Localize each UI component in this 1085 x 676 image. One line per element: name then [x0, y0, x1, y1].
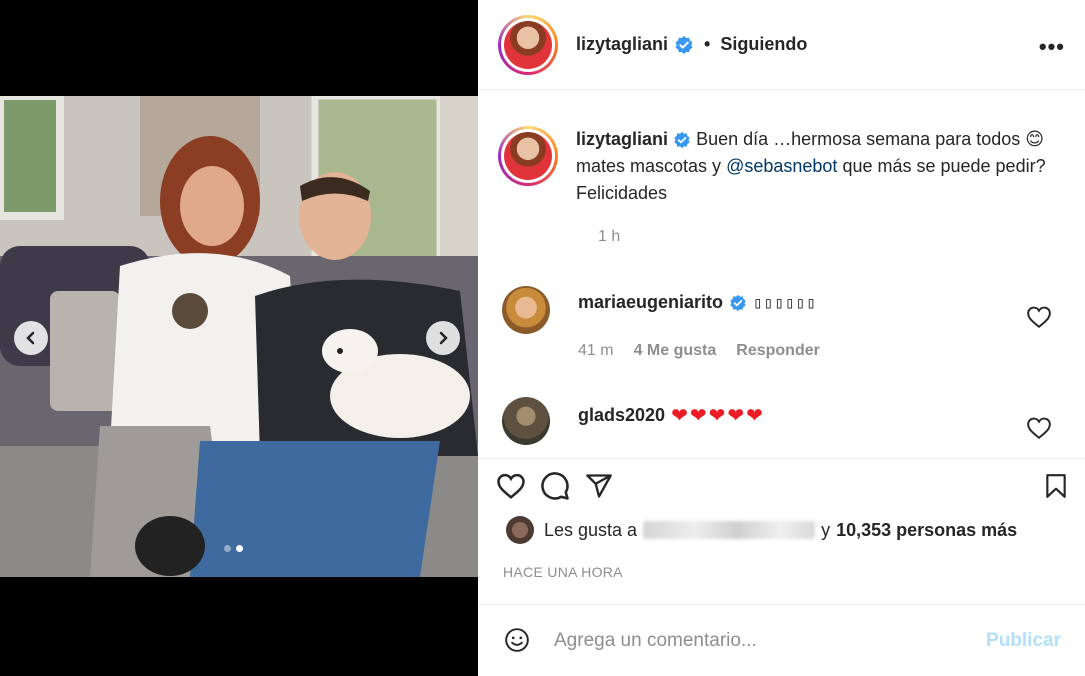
heart-icon[interactable]	[1026, 415, 1052, 441]
commenter-username[interactable]: glads2020	[578, 405, 665, 426]
verified-badge-icon	[675, 35, 693, 54]
comment-bubble-icon	[541, 472, 569, 500]
comment-input[interactable]	[554, 627, 954, 655]
more-options-button[interactable]: •••	[1039, 34, 1065, 60]
comment-text: ❤❤❤❤❤	[671, 405, 765, 427]
carousel-next-button[interactable]	[426, 321, 460, 355]
following-button[interactable]: Siguiendo	[720, 34, 807, 55]
post-caption: lizytagliani Buen día …hermosa semana pa…	[498, 126, 1068, 245]
post-header: lizytagliani • Siguiendo •••	[478, 0, 1085, 90]
author-avatar[interactable]	[498, 14, 558, 75]
like-button[interactable]	[496, 471, 526, 501]
commenter-avatar[interactable]	[502, 397, 550, 445]
paper-plane-icon	[586, 474, 612, 498]
carousel-dot	[224, 545, 231, 552]
carousel-indicator	[224, 545, 243, 552]
verified-badge-icon	[730, 294, 746, 311]
comment-text: ▯▯▯▯▯▯	[753, 293, 817, 312]
comment-time[interactable]: 41 m	[578, 342, 614, 360]
reply-button[interactable]: Responder	[736, 342, 820, 360]
author-username[interactable]: lizytagliani	[576, 34, 668, 55]
comment-button[interactable]	[540, 471, 570, 501]
share-button[interactable]	[584, 471, 614, 501]
commenter-username[interactable]: mariaeugeniarito	[578, 292, 723, 313]
carousel-prev-button[interactable]	[14, 321, 48, 355]
caption-avatar[interactable]	[498, 126, 558, 186]
photo-illustration	[0, 96, 478, 577]
comment-item: mariaeugeniarito ▯▯▯▯▯▯ 41 m 4 Me gusta …	[502, 286, 1062, 366]
post-timestamp[interactable]: HACE UNA HORA	[503, 564, 623, 580]
likes-summary: Les gusta a y 10,353 personas más	[506, 516, 1017, 544]
commenter-avatar[interactable]	[502, 286, 550, 334]
comment-likes[interactable]: 4 Me gusta	[634, 342, 717, 360]
bookmark-icon	[1046, 474, 1066, 498]
caption-time[interactable]: 1 h	[598, 228, 620, 246]
chevron-left-icon	[26, 331, 35, 345]
smile-emoji: 😊	[1025, 129, 1045, 149]
caption-username[interactable]: lizytagliani	[576, 129, 668, 149]
likes-suffix: y	[821, 519, 831, 540]
header-separator: •	[704, 34, 711, 54]
add-comment-bar: Publicar	[478, 604, 1085, 676]
emoji-icon[interactable]	[504, 627, 530, 653]
post-photo[interactable]	[0, 96, 478, 577]
publish-button[interactable]: Publicar	[986, 630, 1061, 652]
caption-body-start: Buen día …hermosa semana para todos	[696, 129, 1021, 149]
heart-icon[interactable]	[1026, 304, 1052, 330]
likes-prefix: Les gusta a	[544, 519, 638, 540]
chevron-right-icon	[439, 331, 448, 345]
post-panel: lizytagliani • Siguiendo ••• lizytaglian…	[478, 0, 1085, 676]
heart-icon	[497, 473, 525, 499]
carousel-dot-active	[236, 545, 243, 552]
liker-avatar[interactable]	[506, 516, 534, 544]
mention-link[interactable]: @sebasnebot	[726, 156, 837, 176]
caption-body-middle: mates mascotas y	[576, 156, 722, 176]
save-button[interactable]	[1041, 471, 1071, 501]
post-media	[0, 0, 478, 676]
verified-badge-icon	[674, 132, 690, 149]
likes-count[interactable]: 10,353 personas más	[836, 520, 1017, 541]
caption-text: lizytagliani Buen día …hermosa semana pa…	[576, 126, 1066, 207]
liker-username-blurred[interactable]	[643, 521, 816, 539]
